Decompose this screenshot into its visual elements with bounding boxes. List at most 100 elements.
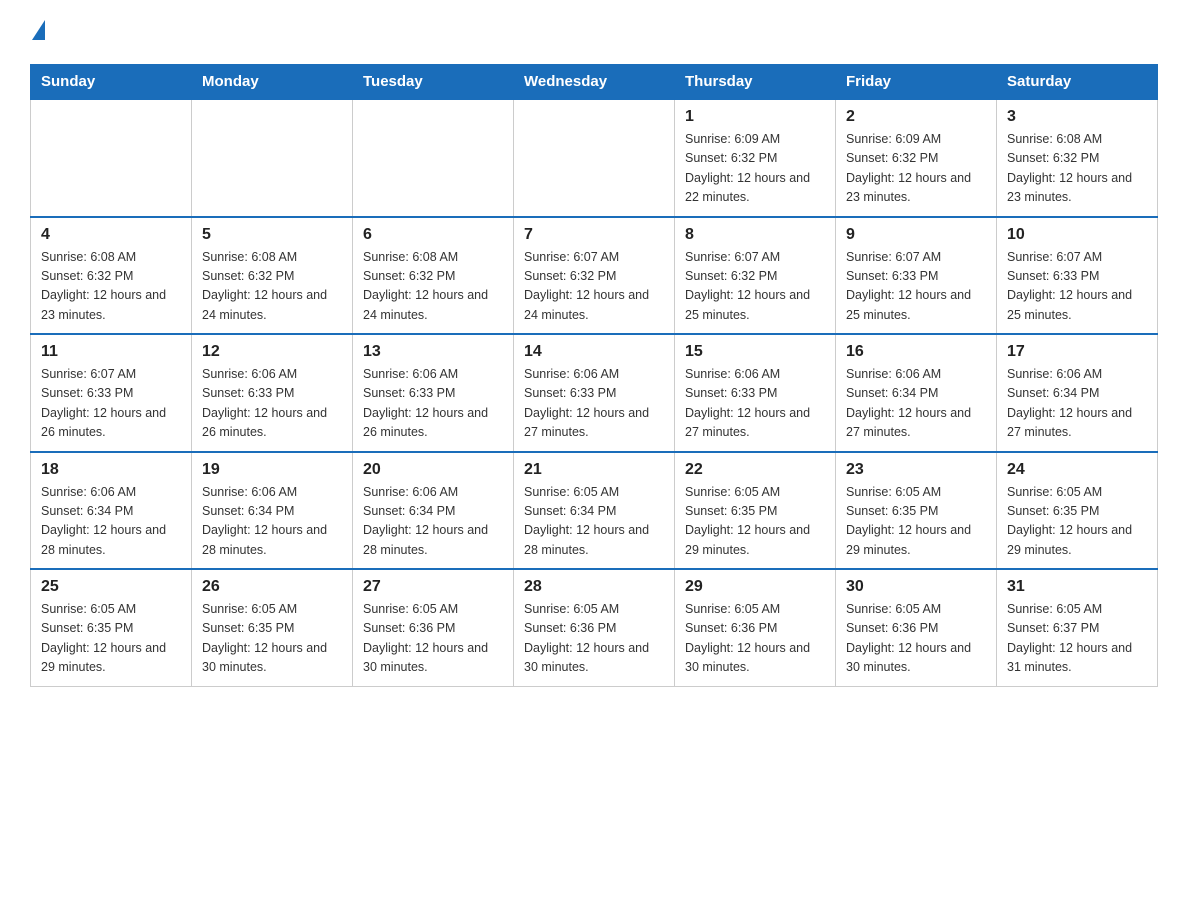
day-info: Sunrise: 6:06 AM Sunset: 6:33 PM Dayligh…	[685, 365, 825, 443]
calendar-cell: 8 Sunrise: 6:07 AM Sunset: 6:32 PM Daylig…	[675, 217, 836, 335]
calendar-cell: 6Sunrise: 6:08 AM Sunset: 6:32 PM Daylig…	[353, 217, 514, 335]
calendar-cell: 30 Sunrise: 6:05 AM Sunset: 6:36 PM Dayli…	[836, 569, 997, 686]
calendar-cell: 9 Sunrise: 6:07 AM Sunset: 6:33 PM Daylig…	[836, 217, 997, 335]
calendar-cell	[31, 99, 192, 217]
calendar-cell: 5 Sunrise: 6:08 AM Sunset: 6:32 PM Daylig…	[192, 217, 353, 335]
calendar-cell	[353, 99, 514, 217]
day-info: Sunrise: 6:09 AM Sunset: 6:32 PM Dayligh…	[685, 130, 825, 208]
day-info: Sunrise: 6:06 AM Sunset: 6:34 PM Dayligh…	[202, 483, 342, 561]
logo	[30, 20, 45, 46]
calendar-cell: 13 Sunrise: 6:06 AM Sunset: 6:33 PM Dayli…	[353, 334, 514, 452]
weekday-header-wednesday: Wednesday	[514, 65, 675, 100]
day-info: Sunrise: 6:05 AM Sunset: 6:34 PM Dayligh…	[524, 483, 664, 561]
day-number: 20	[363, 461, 503, 479]
day-number: 4	[41, 226, 181, 244]
calendar-cell: 27 Sunrise: 6:05 AM Sunset: 6:36 PM Dayli…	[353, 569, 514, 686]
day-number: 26	[202, 578, 342, 596]
day-number: 31	[1007, 578, 1147, 596]
day-info: Sunrise: 6:05 AM Sunset: 6:36 PM Dayligh…	[685, 600, 825, 678]
calendar-cell: 4 Sunrise: 6:08 AM Sunset: 6:32 PM Daylig…	[31, 217, 192, 335]
day-number: 9	[846, 226, 986, 244]
day-info: Sunrise: 6:05 AM Sunset: 6:35 PM Dayligh…	[1007, 483, 1147, 561]
calendar-cell: 11 Sunrise: 6:07 AM Sunset: 6:33 PM Dayli…	[31, 334, 192, 452]
calendar-cell: 12Sunrise: 6:06 AM Sunset: 6:33 PM Dayli…	[192, 334, 353, 452]
day-info: Sunrise: 6:09 AM Sunset: 6:32 PM Dayligh…	[846, 130, 986, 208]
day-number: 28	[524, 578, 664, 596]
weekday-header-friday: Friday	[836, 65, 997, 100]
calendar-cell: 16Sunrise: 6:06 AM Sunset: 6:34 PM Dayli…	[836, 334, 997, 452]
calendar-cell: 25 Sunrise: 6:05 AM Sunset: 6:35 PM Dayli…	[31, 569, 192, 686]
day-number: 30	[846, 578, 986, 596]
calendar-cell	[192, 99, 353, 217]
day-info: Sunrise: 6:05 AM Sunset: 6:35 PM Dayligh…	[202, 600, 342, 678]
day-number: 17	[1007, 343, 1147, 361]
day-number: 7	[524, 226, 664, 244]
day-number: 5	[202, 226, 342, 244]
day-info: Sunrise: 6:08 AM Sunset: 6:32 PM Dayligh…	[363, 248, 503, 326]
weekday-header-row: SundayMondayTuesdayWednesdayThursdayFrid…	[31, 65, 1158, 100]
calendar-cell: 24 Sunrise: 6:05 AM Sunset: 6:35 PM Dayli…	[997, 452, 1158, 570]
calendar-cell: 18Sunrise: 6:06 AM Sunset: 6:34 PM Dayli…	[31, 452, 192, 570]
day-number: 23	[846, 461, 986, 479]
day-number: 15	[685, 343, 825, 361]
day-number: 11	[41, 343, 181, 361]
day-info: Sunrise: 6:07 AM Sunset: 6:32 PM Dayligh…	[524, 248, 664, 326]
day-info: Sunrise: 6:08 AM Sunset: 6:32 PM Dayligh…	[41, 248, 181, 326]
day-number: 25	[41, 578, 181, 596]
day-info: Sunrise: 6:06 AM Sunset: 6:34 PM Dayligh…	[846, 365, 986, 443]
calendar-cell: 17 Sunrise: 6:06 AM Sunset: 6:34 PM Dayli…	[997, 334, 1158, 452]
day-info: Sunrise: 6:07 AM Sunset: 6:32 PM Dayligh…	[685, 248, 825, 326]
day-number: 8	[685, 226, 825, 244]
calendar-cell: 26 Sunrise: 6:05 AM Sunset: 6:35 PM Dayli…	[192, 569, 353, 686]
calendar-cell: 15 Sunrise: 6:06 AM Sunset: 6:33 PM Dayli…	[675, 334, 836, 452]
day-number: 3	[1007, 108, 1147, 126]
day-number: 29	[685, 578, 825, 596]
day-info: Sunrise: 6:08 AM Sunset: 6:32 PM Dayligh…	[1007, 130, 1147, 208]
calendar-table: SundayMondayTuesdayWednesdayThursdayFrid…	[30, 64, 1158, 687]
day-number: 21	[524, 461, 664, 479]
day-info: Sunrise: 6:08 AM Sunset: 6:32 PM Dayligh…	[202, 248, 342, 326]
calendar-header: SundayMondayTuesdayWednesdayThursdayFrid…	[31, 65, 1158, 100]
day-info: Sunrise: 6:06 AM Sunset: 6:33 PM Dayligh…	[363, 365, 503, 443]
day-info: Sunrise: 6:06 AM Sunset: 6:33 PM Dayligh…	[524, 365, 664, 443]
calendar-week-2: 4 Sunrise: 6:08 AM Sunset: 6:32 PM Daylig…	[31, 217, 1158, 335]
calendar-cell: 20 Sunrise: 6:06 AM Sunset: 6:34 PM Dayli…	[353, 452, 514, 570]
day-info: Sunrise: 6:06 AM Sunset: 6:34 PM Dayligh…	[1007, 365, 1147, 443]
day-number: 13	[363, 343, 503, 361]
day-info: Sunrise: 6:05 AM Sunset: 6:37 PM Dayligh…	[1007, 600, 1147, 678]
day-number: 1	[685, 108, 825, 126]
calendar-cell: 3 Sunrise: 6:08 AM Sunset: 6:32 PM Daylig…	[997, 99, 1158, 217]
day-number: 10	[1007, 226, 1147, 244]
calendar-week-4: 18 Sunrise: 6:06 AM Sunset: 6:34 PM Dayli…	[31, 452, 1158, 570]
calendar-cell: 7 Sunrise: 6:07 AM Sunset: 6:32 PM Daylig…	[514, 217, 675, 335]
calendar-cell: 19Sunrise: 6:06 AM Sunset: 6:34 PM Dayli…	[192, 452, 353, 570]
day-info: Sunrise: 6:07 AM Sunset: 6:33 PM Dayligh…	[846, 248, 986, 326]
day-number: 22	[685, 461, 825, 479]
day-info: Sunrise: 6:05 AM Sunset: 6:36 PM Dayligh…	[524, 600, 664, 678]
calendar-cell: 2 Sunrise: 6:09 AM Sunset: 6:32 PM Daylig…	[836, 99, 997, 217]
calendar-week-5: 25 Sunrise: 6:05 AM Sunset: 6:35 PM Dayli…	[31, 569, 1158, 686]
day-number: 18	[41, 461, 181, 479]
day-info: Sunrise: 6:07 AM Sunset: 6:33 PM Dayligh…	[41, 365, 181, 443]
calendar-week-1: 1 Sunrise: 6:09 AM Sunset: 6:32 PM Daylig…	[31, 99, 1158, 217]
day-number: 27	[363, 578, 503, 596]
logo-triangle-icon	[32, 20, 45, 40]
calendar-cell: 22 Sunrise: 6:05 AM Sunset: 6:35 PM Dayli…	[675, 452, 836, 570]
calendar-cell: 28 Sunrise: 6:05 AM Sunset: 6:36 PM Dayli…	[514, 569, 675, 686]
calendar-cell: 29 Sunrise: 6:05 AM Sunset: 6:36 PM Dayli…	[675, 569, 836, 686]
day-info: Sunrise: 6:05 AM Sunset: 6:36 PM Dayligh…	[363, 600, 503, 678]
day-number: 12	[202, 343, 342, 361]
day-number: 2	[846, 108, 986, 126]
calendar-cell: 21 Sunrise: 6:05 AM Sunset: 6:34 PM Dayli…	[514, 452, 675, 570]
day-info: Sunrise: 6:07 AM Sunset: 6:33 PM Dayligh…	[1007, 248, 1147, 326]
day-number: 14	[524, 343, 664, 361]
calendar-cell	[514, 99, 675, 217]
day-info: Sunrise: 6:05 AM Sunset: 6:35 PM Dayligh…	[41, 600, 181, 678]
weekday-header-monday: Monday	[192, 65, 353, 100]
day-info: Sunrise: 6:05 AM Sunset: 6:35 PM Dayligh…	[685, 483, 825, 561]
day-info: Sunrise: 6:05 AM Sunset: 6:36 PM Dayligh…	[846, 600, 986, 678]
day-number: 24	[1007, 461, 1147, 479]
day-info: Sunrise: 6:06 AM Sunset: 6:34 PM Dayligh…	[363, 483, 503, 561]
calendar-cell: 14 Sunrise: 6:06 AM Sunset: 6:33 PM Dayli…	[514, 334, 675, 452]
calendar-cell: 1 Sunrise: 6:09 AM Sunset: 6:32 PM Daylig…	[675, 99, 836, 217]
